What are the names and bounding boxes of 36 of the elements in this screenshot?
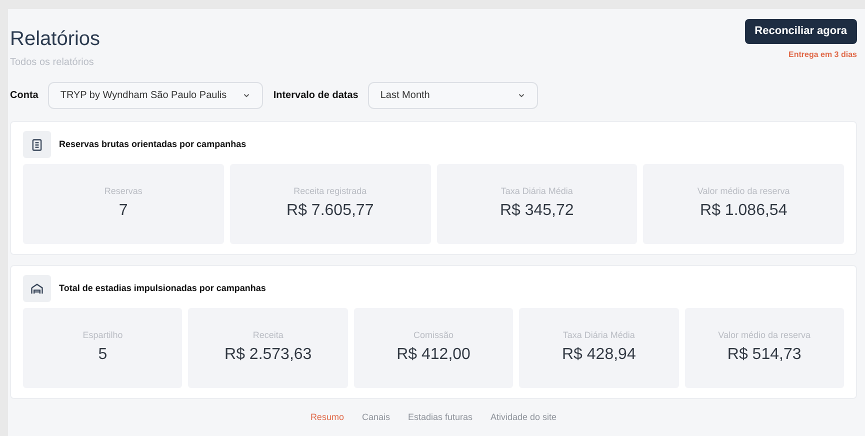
filter-label: Intervalo de datas <box>273 89 358 103</box>
page-subtitle: Todos os relatórios <box>10 56 95 70</box>
report-tab[interactable]: Resumo <box>310 411 344 424</box>
stat-label: Taxa Diária Média <box>562 328 635 342</box>
stat-value: R$ 514,73 <box>727 345 802 366</box>
stat-value: R$ 412,00 <box>396 345 470 366</box>
stat-label: Receita <box>252 328 284 342</box>
stat-label: Reservas <box>104 184 142 198</box>
stat-value: R$ 1.086,54 <box>700 201 788 222</box>
chevron-down-icon <box>517 91 526 100</box>
reconcile-button[interactable]: Reconciliar agora <box>744 19 857 44</box>
page-title: Relatórios <box>10 27 100 52</box>
stat-label: Valor médio da reserva <box>697 184 790 198</box>
section-title: Reservas brutas orientadas por campanhas <box>59 138 246 151</box>
section-title: Total de estadias impulsionadas por campanhas <box>59 282 266 295</box>
stat-label: Receita registrada <box>294 184 367 198</box>
filter-label: Conta <box>10 89 38 103</box>
stat-value: 7 <box>118 201 128 222</box>
stat-value: 5 <box>98 345 108 366</box>
stat-label: Valor médio da reserva <box>718 328 811 342</box>
filter-select[interactable]: Last Month <box>368 82 538 109</box>
stat-value: R$ 428,94 <box>562 345 636 366</box>
stat-label: Comissão <box>414 328 454 342</box>
report-tab[interactable]: Atividade do site <box>490 411 557 424</box>
report-tab[interactable]: Canais <box>362 411 390 424</box>
stat-value: R$ 2.573,63 <box>224 345 312 366</box>
stat-label: Espartilho <box>82 328 123 342</box>
filter-select[interactable]: TRYP by Wyndham São Paulo Paulis <box>48 82 264 109</box>
report-tab[interactable]: Estadias futuras <box>408 411 473 424</box>
chevron-down-icon <box>242 91 252 100</box>
stat-value: R$ 345,72 <box>500 201 574 222</box>
document-list-icon <box>30 138 44 152</box>
garage-icon <box>30 282 44 296</box>
stat-value: R$ 7.605,77 <box>286 201 374 222</box>
stat-label: Taxa Diária Média <box>500 184 573 198</box>
delivery-note: Entrega em 3 dias <box>788 49 857 61</box>
